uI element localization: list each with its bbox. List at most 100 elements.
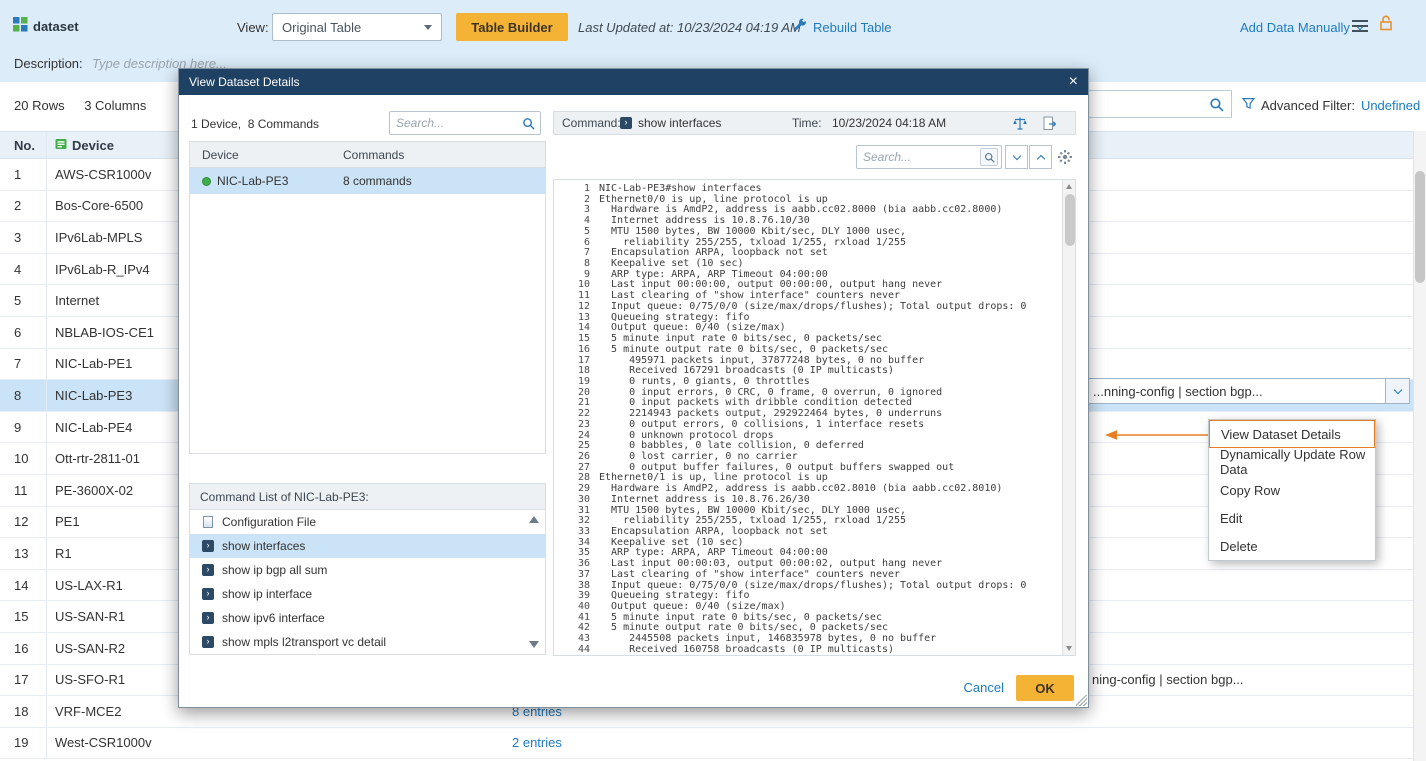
command-list-item[interactable]: show interfaces bbox=[190, 534, 545, 558]
command-label: show ipv6 interface bbox=[222, 611, 325, 625]
command-label: Command: bbox=[562, 112, 621, 134]
cli-icon bbox=[202, 612, 214, 624]
find-in-document-icon[interactable] bbox=[980, 148, 998, 166]
row-number: 16 bbox=[0, 633, 47, 664]
row-number: 10 bbox=[0, 443, 47, 474]
device-command-summary: 1 Device, 8 Commands bbox=[191, 117, 319, 131]
row-number: 6 bbox=[0, 317, 47, 348]
advanced-filter-value[interactable]: Undefined bbox=[1361, 98, 1420, 113]
command-label: show interfaces bbox=[222, 539, 305, 553]
scroll-up-icon[interactable] bbox=[1066, 184, 1072, 189]
scroll-down-icon[interactable] bbox=[529, 641, 539, 648]
compare-icon[interactable] bbox=[1012, 112, 1028, 134]
terminal-line: 6 reliability 255/255, txload 1/255, rxl… bbox=[554, 237, 1062, 248]
device-search-input[interactable] bbox=[390, 116, 522, 130]
chevron-down-icon bbox=[1393, 385, 1401, 393]
terminal-scrollbar-thumb[interactable] bbox=[1065, 194, 1075, 246]
terminal-line: 11 Last clearing of "show interface" cou… bbox=[554, 290, 1062, 301]
rebuild-table-link[interactable]: Rebuild Table bbox=[813, 20, 892, 35]
terminal-line: 22 2214943 packets output, 292922464 byt… bbox=[554, 408, 1062, 419]
row-cell-dropdown[interactable]: ...nning-config | section bgp... bbox=[1086, 378, 1410, 404]
dialog-title: View Dataset Details bbox=[189, 75, 1069, 89]
column-header-no[interactable]: No. bbox=[0, 132, 47, 158]
row-number: 3 bbox=[0, 222, 47, 253]
row-cell-dropdown-value: ...nning-config | section bgp... bbox=[1087, 379, 1385, 403]
context-menu-item[interactable]: Copy Row bbox=[1209, 476, 1375, 504]
resize-grip[interactable] bbox=[1076, 695, 1087, 706]
page-scrollbar[interactable] bbox=[1413, 131, 1426, 761]
find-next-button[interactable] bbox=[1005, 145, 1028, 169]
command-list-item[interactable]: Configuration File bbox=[190, 510, 545, 534]
row-partial-text: ning-config | section bgp... bbox=[1092, 665, 1244, 696]
table-builder-button[interactable]: Table Builder bbox=[456, 13, 568, 41]
terminal-line: 16 5 minute output rate 0 bits/sec, 0 pa… bbox=[554, 344, 1062, 355]
cli-icon bbox=[620, 112, 632, 134]
context-menu-item[interactable]: View Dataset Details bbox=[1209, 420, 1375, 448]
dropdown-button[interactable] bbox=[1385, 379, 1409, 403]
scroll-down-icon[interactable] bbox=[1066, 646, 1072, 651]
export-icon[interactable] bbox=[1043, 112, 1057, 134]
filter-icon[interactable] bbox=[1242, 97, 1255, 113]
command-label: show ip bgp all sum bbox=[222, 563, 327, 577]
last-updated-text: Last Updated at: 10/23/2024 04:19 AM bbox=[578, 20, 801, 35]
terminal-line: 31 MTU 1500 bytes, BW 10000 Kbit/sec, DL… bbox=[554, 505, 1062, 516]
add-data-manually-link[interactable]: Add Data Manually bbox=[1240, 20, 1363, 35]
command-list-title: Command List of NIC-Lab-PE3: bbox=[190, 484, 545, 510]
terminal-line: 37 Last clearing of "show interface" cou… bbox=[554, 569, 1062, 580]
entries-link[interactable]: 2 entries bbox=[512, 728, 562, 759]
context-menu-item[interactable]: Delete bbox=[1209, 532, 1375, 560]
row-number: 14 bbox=[0, 570, 47, 601]
command-info-bar: Command: show interfaces Time: 10/23/202… bbox=[553, 111, 1076, 135]
context-menu-item[interactable]: Dynamically Update Row Data bbox=[1209, 448, 1375, 476]
row-number: 7 bbox=[0, 349, 47, 380]
chevron-up-icon bbox=[1036, 154, 1044, 162]
device-name-cell: West-CSR1000v bbox=[47, 728, 512, 759]
terminal-line: 19 0 runts, 0 giants, 0 throttles bbox=[554, 376, 1062, 387]
row-number: 11 bbox=[0, 475, 47, 506]
time-value: 10/23/2024 04:18 AM bbox=[832, 112, 946, 134]
find-previous-button[interactable] bbox=[1029, 145, 1052, 169]
terminal-line: 18 Received 167291 broadcasts (0 IP mult… bbox=[554, 365, 1062, 376]
modal-device-commands-count: 8 commands bbox=[335, 174, 412, 188]
terminal-line: 5 MTU 1500 bytes, BW 10000 Kbit/sec, DLY… bbox=[554, 226, 1062, 237]
gear-icon[interactable] bbox=[1058, 150, 1072, 167]
search-icon[interactable] bbox=[1209, 97, 1224, 112]
dialog-titlebar[interactable]: View Dataset Details × bbox=[179, 69, 1088, 95]
output-search-box[interactable] bbox=[856, 145, 1002, 169]
command-list-item[interactable]: show mpls l2transport vc detail bbox=[190, 630, 545, 654]
view-select-value: Original Table bbox=[282, 20, 361, 35]
terminal-line: 27 0 output buffer failures, 0 output bu… bbox=[554, 462, 1062, 473]
cancel-button[interactable]: Cancel bbox=[964, 680, 1004, 695]
modal-device-col-header: Device bbox=[190, 148, 335, 162]
scroll-up-icon[interactable] bbox=[529, 516, 539, 523]
lock-icon[interactable] bbox=[1379, 15, 1393, 34]
command-list-item[interactable]: show ipv6 interface bbox=[190, 606, 545, 630]
terminal-line: 29 Hardware is AmdP2, address is aabb.cc… bbox=[554, 483, 1062, 494]
command-list-item[interactable]: show ip bgp all sum bbox=[190, 558, 545, 582]
terminal-scrollbar[interactable] bbox=[1062, 180, 1075, 655]
device-search-box[interactable] bbox=[389, 111, 541, 135]
terminal-line: 40 Output queue: 0/40 (size/max) bbox=[554, 601, 1062, 612]
cli-icon bbox=[202, 588, 214, 600]
terminal-line: 38 Input queue: 0/75/0/0 (size/max/drops… bbox=[554, 580, 1062, 591]
cli-icon bbox=[202, 564, 214, 576]
close-icon[interactable]: × bbox=[1069, 74, 1078, 90]
context-menu-item[interactable]: Edit bbox=[1209, 504, 1375, 532]
search-icon[interactable] bbox=[522, 117, 535, 130]
rebuild-table[interactable]: Rebuild Table bbox=[793, 18, 892, 36]
output-search-input[interactable] bbox=[857, 150, 980, 164]
command-list-item[interactable]: show ip interface bbox=[190, 582, 545, 606]
ok-button[interactable]: OK bbox=[1016, 675, 1074, 701]
modal-device-row[interactable]: NIC-Lab-PE38 commands bbox=[190, 168, 545, 194]
terminal-line: 14 Output queue: 0/40 (size/max) bbox=[554, 322, 1062, 333]
context-menu: View Dataset DetailsDynamically Update R… bbox=[1208, 419, 1376, 561]
terminal-lines: 1NIC-Lab-PE3#show interfaces2Ethernet0/0… bbox=[554, 180, 1062, 655]
command-value: show interfaces bbox=[638, 112, 721, 134]
terminal-line: 7 Encapsulation ARPA, loopback not set bbox=[554, 247, 1062, 258]
page-scrollbar-thumb[interactable] bbox=[1415, 171, 1425, 283]
terminal-line: 3 Hardware is AmdP2, address is aabb.cc0… bbox=[554, 204, 1062, 215]
menu-icon[interactable] bbox=[1352, 20, 1368, 35]
view-select[interactable]: Original Table bbox=[272, 13, 442, 41]
table-row[interactable]: 19West-CSR1000v2 entries bbox=[0, 728, 1426, 760]
cli-icon bbox=[202, 636, 214, 648]
